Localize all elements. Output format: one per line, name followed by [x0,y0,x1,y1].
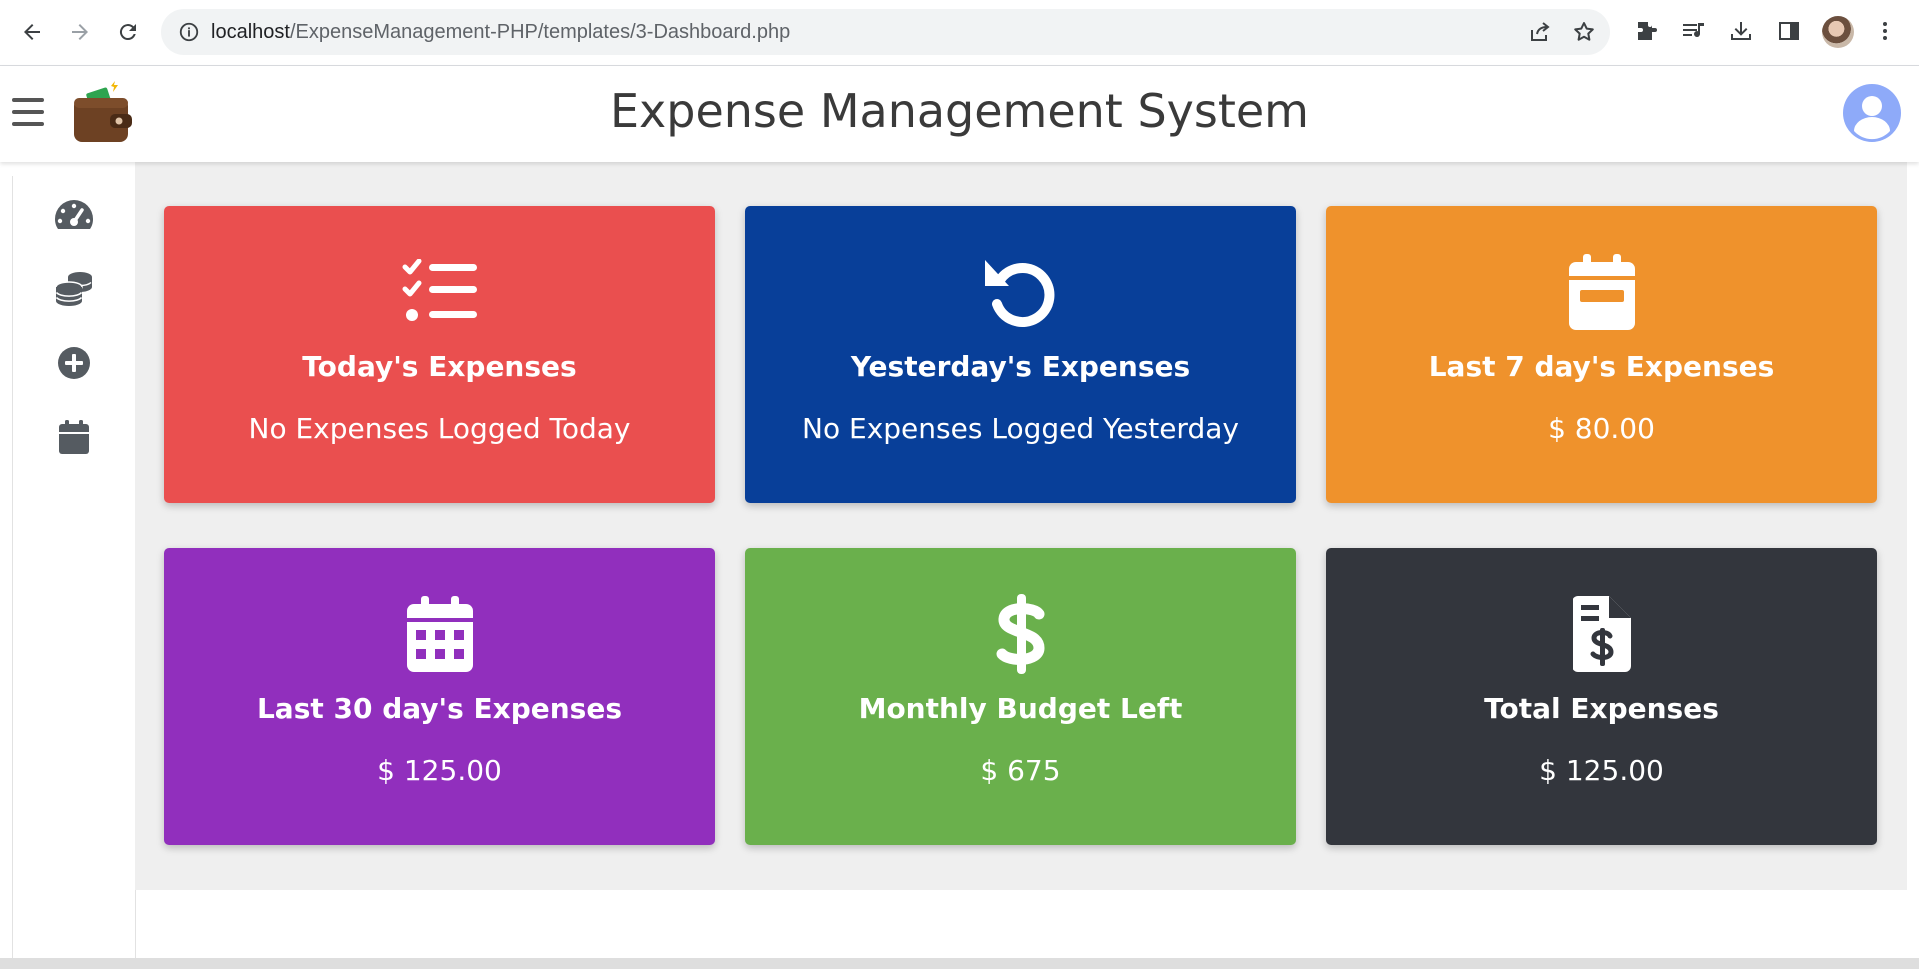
site-info-icon[interactable] [177,20,201,44]
url-text: localhost/ExpenseManagement-PHP/template… [211,21,790,44]
user-avatar-icon[interactable] [1843,84,1901,142]
card-value: $ 125.00 [377,754,502,787]
url-host: localhost [211,21,290,43]
card-title: Today's Expenses [302,350,577,383]
arrow-left-icon [24,24,40,40]
reload-button[interactable] [110,14,146,50]
coins-icon [55,272,92,306]
sidebar [12,176,136,969]
bookmark-star-icon[interactable] [1571,19,1597,45]
card-title: Monthly Budget Left [858,692,1183,725]
card-value: $ 80.00 [1548,412,1655,445]
card-last-30-days-expenses[interactable]: Last 30 day's Expenses $ 125.00 [164,548,715,845]
share-icon[interactable] [1527,19,1553,45]
browser-toolbar: localhost/ExpenseManagement-PHP/template… [0,0,1919,66]
card-title: Total Expenses [1484,692,1719,725]
dollar-sign-icon [745,594,1296,674]
download-icon[interactable] [1726,16,1756,46]
card-value: $ 675 [980,754,1061,787]
card-total-expenses[interactable]: Total Expenses $ 125.00 [1326,548,1877,845]
app-title: Expense Management System [609,84,1309,138]
plus-circle-icon [58,347,90,379]
rotate-left-icon [745,254,1296,330]
file-invoice-dollar-icon [1326,596,1877,672]
reload-icon [119,24,136,41]
dashboard-content: Today's Expenses No Expenses Logged Toda… [135,162,1907,890]
address-bar[interactable]: localhost/ExpenseManagement-PHP/template… [161,9,1610,55]
media-queue-icon[interactable] [1679,16,1709,46]
card-last-7-days-expenses[interactable]: Last 7 day's Expenses $ 80.00 [1326,206,1877,503]
side-panel-icon[interactable] [1774,16,1804,46]
card-title: Last 30 day's Expenses [256,692,623,725]
list-check-icon [164,254,715,330]
card-value: No Expenses Logged Yesterday [802,412,1239,445]
more-menu-icon[interactable] [1870,16,1900,46]
browser-profile-avatar[interactable] [1822,16,1854,48]
gauge-icon [55,200,93,229]
card-title: Yesterday's Expenses [850,350,1191,383]
card-yesterdays-expenses[interactable]: Yesterday's Expenses No Expenses Logged … [745,206,1296,503]
card-todays-expenses[interactable]: Today's Expenses No Expenses Logged Toda… [164,206,715,503]
bottom-scroll-edge [0,958,1919,969]
sidebar-item-expenses[interactable] [49,264,99,314]
back-button[interactable] [14,14,50,50]
card-title: Last 7 day's Expenses [1428,350,1775,383]
app-header: Expense Management System [0,66,1919,162]
forward-button[interactable] [62,14,98,50]
arrow-right-icon [72,24,88,40]
calendar-week-icon [1326,254,1877,330]
extensions-icon[interactable] [1632,16,1662,46]
calendar-days-icon [164,596,715,672]
card-value: $ 125.00 [1539,754,1664,787]
sidebar-item-dashboard[interactable] [49,190,99,240]
url-path: /ExpenseManagement-PHP/templates/3-Dashb… [289,21,791,43]
card-monthly-budget-left[interactable]: Monthly Budget Left $ 675 [745,548,1296,845]
card-value: No Expenses Logged Today [248,412,631,445]
calendar-icon [59,420,89,454]
sidebar-item-calendar[interactable] [49,412,99,462]
sidebar-item-add-expense[interactable] [49,338,99,388]
